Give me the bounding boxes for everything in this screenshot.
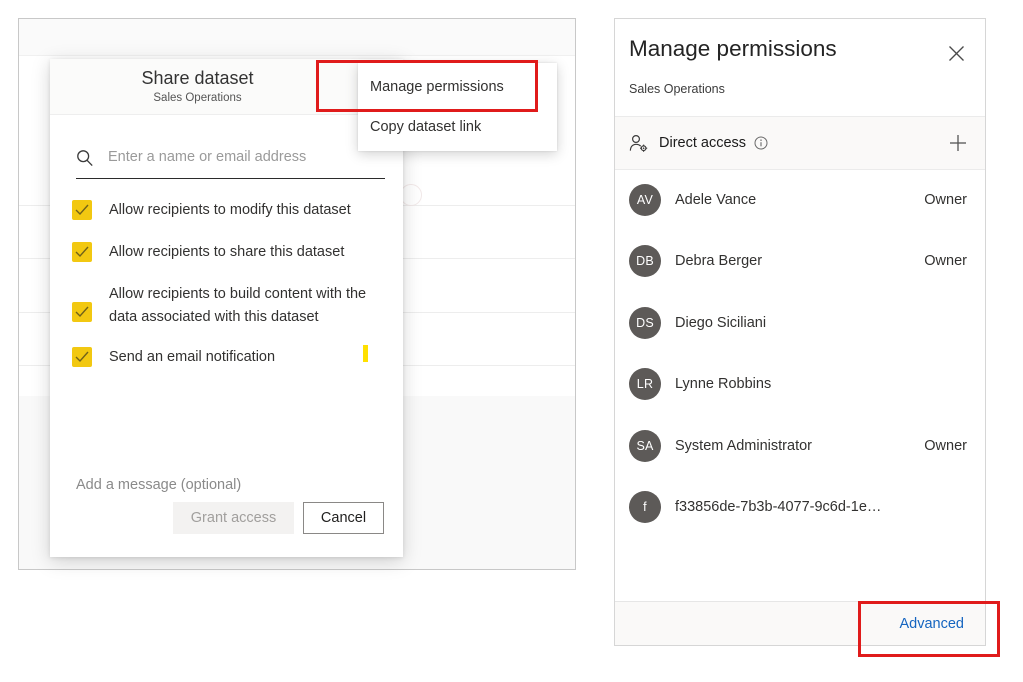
checkbox-send-email[interactable]: Send an email notification	[72, 346, 392, 369]
screenshot-root: Share dataset Sales Operations ··· Enter…	[0, 0, 1023, 682]
panel-footer: Advanced	[615, 601, 985, 645]
person-name: Debra Berger	[675, 253, 762, 269]
person-name: Adele Vance	[675, 192, 756, 208]
share-dialog-subtitle: Sales Operations	[50, 92, 403, 104]
dialog-button-row: Grant access Cancel	[50, 502, 403, 534]
background-toolbar	[19, 19, 575, 56]
avatar: AV	[629, 184, 661, 216]
table-row[interactable]: SA System Administrator Owner	[615, 415, 985, 477]
info-icon[interactable]	[754, 136, 768, 150]
dataset-name-subtitle: Sales Operations	[629, 82, 725, 96]
share-options-list: Allow recipients to modify this dataset …	[72, 199, 392, 388]
table-row[interactable]: AV Adele Vance Owner	[615, 169, 985, 231]
table-row[interactable]: DB Debra Berger Owner	[615, 231, 985, 293]
person-role: Owner	[924, 192, 971, 208]
checkbox-allow-modify[interactable]: Allow recipients to modify this dataset	[72, 199, 392, 222]
grant-access-button[interactable]: Grant access	[173, 502, 294, 534]
menu-item-copy-dataset-link[interactable]: Copy dataset link	[358, 107, 557, 147]
checkbox-allow-share[interactable]: Allow recipients to share this dataset	[72, 241, 392, 264]
checkbox-label: Allow recipients to build content with t…	[109, 283, 367, 329]
table-row[interactable]: DS Diego Siciliani	[615, 292, 985, 354]
checkbox-checked-icon	[72, 347, 92, 367]
background-avatar-circle	[400, 184, 422, 206]
yellow-highlight-mark	[363, 345, 368, 362]
table-row[interactable]: LR Lynne Robbins	[615, 354, 985, 416]
manage-permissions-header: Manage permissions Sales Operations	[615, 19, 985, 117]
menu-item-manage-permissions[interactable]: Manage permissions	[358, 67, 557, 107]
person-settings-icon	[629, 134, 649, 153]
avatar: LR	[629, 368, 661, 400]
share-dialog-title: Share dataset	[50, 68, 403, 89]
person-name: Diego Siciliani	[675, 315, 766, 331]
person-name: Lynne Robbins	[675, 376, 771, 392]
avatar: SA	[629, 430, 661, 462]
table-row[interactable]: f f33856de-7b3b-4077-9c6d-1e…	[615, 477, 985, 539]
person-name: System Administrator	[675, 438, 812, 454]
checkbox-label: Allow recipients to modify this dataset	[109, 199, 351, 222]
share-options-context-menu: Manage permissions Copy dataset link	[358, 63, 557, 151]
direct-access-people-list: AV Adele Vance Owner DB Debra Berger Own…	[615, 169, 985, 602]
close-icon[interactable]	[942, 39, 970, 67]
person-role: Owner	[924, 253, 971, 269]
checkbox-allow-build[interactable]: Allow recipients to build content with t…	[72, 283, 392, 329]
share-dialog-header: Share dataset Sales Operations ···	[50, 59, 403, 115]
checkbox-label: Send an email notification	[109, 346, 275, 369]
recipient-search-field[interactable]: Enter a name or email address	[76, 143, 385, 179]
plus-icon[interactable]	[943, 128, 973, 158]
checkbox-checked-icon	[72, 302, 92, 322]
share-dataset-dialog: Share dataset Sales Operations ··· Enter…	[50, 59, 403, 557]
checkbox-checked-icon	[72, 200, 92, 220]
manage-permissions-panel: Manage permissions Sales Operations	[614, 18, 986, 646]
checkbox-label: Allow recipients to share this dataset	[109, 241, 344, 264]
page-title: Manage permissions	[629, 36, 837, 62]
avatar: DB	[629, 245, 661, 277]
checkbox-checked-icon	[72, 242, 92, 262]
search-icon	[76, 149, 94, 167]
message-input-placeholder[interactable]: Add a message (optional)	[76, 477, 241, 493]
person-role: Owner	[924, 438, 971, 454]
advanced-link[interactable]: Advanced	[900, 616, 965, 632]
direct-access-label: Direct access	[659, 135, 746, 151]
avatar: f	[629, 491, 661, 523]
direct-access-section-header: Direct access	[615, 117, 985, 170]
recipient-search-placeholder: Enter a name or email address	[108, 149, 306, 165]
avatar: DS	[629, 307, 661, 339]
cancel-button[interactable]: Cancel	[303, 502, 384, 534]
person-name: f33856de-7b3b-4077-9c6d-1e…	[675, 499, 881, 515]
